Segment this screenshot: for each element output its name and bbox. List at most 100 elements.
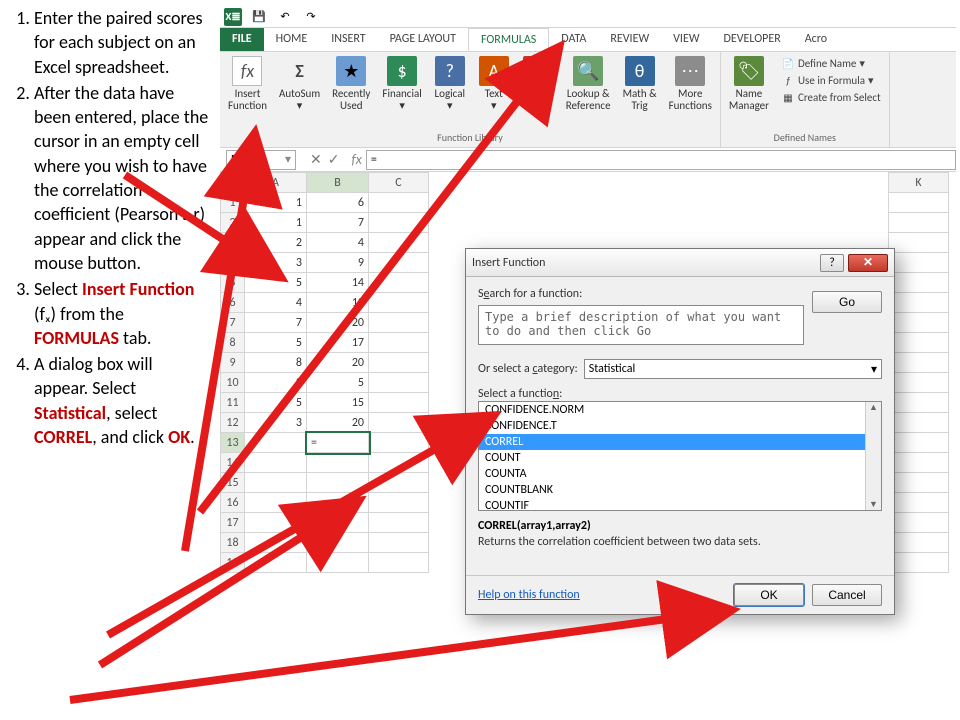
cell[interactable] — [369, 513, 429, 533]
scroll-down-icon[interactable]: ▼ — [869, 499, 878, 510]
cell[interactable] — [369, 233, 429, 253]
lookup-button[interactable]: 🔍Lookup & Reference — [562, 54, 615, 113]
insert-function-button[interactable]: fx Insert Function — [224, 54, 271, 113]
row-header[interactable]: 13 — [221, 433, 245, 453]
scroll-up-icon[interactable]: ▲ — [869, 402, 878, 413]
cell[interactable] — [369, 493, 429, 513]
cell[interactable] — [369, 253, 429, 273]
row-header[interactable]: 4 — [221, 253, 245, 273]
function-option[interactable]: COUNT — [479, 450, 881, 466]
go-button[interactable]: Go — [812, 291, 882, 313]
col-header-k[interactable]: K — [889, 173, 949, 193]
cell[interactable] — [369, 313, 429, 333]
cell[interactable] — [889, 433, 949, 453]
cell[interactable] — [369, 353, 429, 373]
cell[interactable] — [889, 553, 949, 573]
row-header[interactable]: 14 — [221, 453, 245, 473]
select-all-corner[interactable] — [221, 173, 245, 193]
listbox-scrollbar[interactable]: ▲▼ — [865, 402, 881, 510]
use-in-formula-button[interactable]: ƒUse in Formula ▾ — [779, 72, 883, 88]
cell[interactable]: 7 — [245, 313, 307, 333]
cell[interactable] — [307, 533, 369, 553]
cell[interactable] — [307, 453, 369, 473]
row-header[interactable]: 17 — [221, 513, 245, 533]
cell[interactable] — [245, 453, 307, 473]
cell[interactable] — [889, 333, 949, 353]
cell[interactable] — [369, 373, 429, 393]
cell[interactable]: 9 — [307, 253, 369, 273]
autosum-button[interactable]: ΣAutoSum▾ — [275, 54, 324, 113]
cell[interactable] — [369, 213, 429, 233]
cell[interactable]: 17 — [307, 333, 369, 353]
cell[interactable]: 4 — [245, 293, 307, 313]
cell[interactable] — [369, 393, 429, 413]
row-header[interactable]: 1 — [221, 193, 245, 213]
tab-acrobat[interactable]: Acro — [793, 28, 839, 51]
cell[interactable] — [307, 473, 369, 493]
tab-review[interactable]: REVIEW — [598, 28, 661, 51]
tab-page-layout[interactable]: PAGE LAYOUT — [378, 28, 468, 51]
row-header[interactable]: 12 — [221, 413, 245, 433]
cell[interactable] — [889, 453, 949, 473]
tab-formulas[interactable]: FORMULAS — [468, 28, 549, 51]
ok-button[interactable]: OK — [734, 584, 804, 606]
row-header[interactable]: 3 — [221, 233, 245, 253]
cell[interactable]: 8 — [245, 353, 307, 373]
define-name-button[interactable]: 📄Define Name ▾ — [779, 55, 883, 71]
date-time-button[interactable]: 🕒Date & Time — [518, 54, 558, 113]
row-header[interactable]: 6 — [221, 293, 245, 313]
cell[interactable] — [369, 453, 429, 473]
cell[interactable] — [245, 553, 307, 573]
formula-enter-icon[interactable]: ✓ — [328, 151, 340, 168]
cell[interactable] — [889, 233, 949, 253]
cell[interactable] — [889, 533, 949, 553]
tab-developer[interactable]: DEVELOPER — [712, 28, 793, 51]
row-header[interactable]: 16 — [221, 493, 245, 513]
search-function-input[interactable]: Type a brief description of what you wan… — [478, 305, 804, 345]
cell[interactable] — [889, 213, 949, 233]
cell[interactable] — [889, 373, 949, 393]
text-button[interactable]: AText▾ — [474, 54, 514, 113]
cell[interactable] — [369, 333, 429, 353]
tab-insert[interactable]: INSERT — [319, 28, 377, 51]
create-from-selection-button[interactable]: ▦Create from Select — [779, 89, 883, 105]
formula-input[interactable]: = — [366, 150, 956, 170]
category-select[interactable]: Statistical▾ — [584, 359, 882, 379]
cell[interactable] — [889, 313, 949, 333]
tab-data[interactable]: DATA — [549, 28, 598, 51]
col-header-c[interactable]: C — [369, 173, 429, 193]
cell[interactable] — [889, 493, 949, 513]
cell[interactable]: 15 — [307, 393, 369, 413]
financial-button[interactable]: $Financial▾ — [378, 54, 425, 113]
cell[interactable]: 5 — [245, 333, 307, 353]
cell[interactable] — [369, 193, 429, 213]
cell[interactable] — [369, 413, 429, 433]
cell[interactable]: 12 — [307, 293, 369, 313]
col-header-b[interactable]: B — [307, 173, 369, 193]
cell[interactable] — [369, 533, 429, 553]
col-header-a[interactable]: A — [245, 173, 307, 193]
cell[interactable] — [889, 393, 949, 413]
save-icon[interactable]: 💾 — [250, 8, 268, 26]
dialog-close-button[interactable]: ✕ — [848, 254, 888, 272]
tab-file[interactable]: FILE — [220, 28, 264, 51]
recently-used-button[interactable]: ★Recently Used — [328, 54, 374, 113]
row-header[interactable]: 7 — [221, 313, 245, 333]
function-option[interactable]: COUNTBLANK — [479, 482, 881, 498]
function-listbox[interactable]: CONFIDENCE.NORMCONFIDENCE.TCORRELCOUNTCO… — [478, 401, 882, 511]
cell[interactable] — [369, 473, 429, 493]
row-header[interactable]: 5 — [221, 273, 245, 293]
cell[interactable]: 20 — [307, 353, 369, 373]
cell[interactable] — [889, 293, 949, 313]
cell[interactable]: 7 — [307, 213, 369, 233]
cell[interactable]: 2 — [245, 233, 307, 253]
cell[interactable]: 6 — [307, 193, 369, 213]
tab-home[interactable]: HOME — [264, 28, 320, 51]
chevron-down-icon[interactable]: ▾ — [285, 152, 291, 167]
row-header[interactable]: 18 — [221, 533, 245, 553]
function-option[interactable]: COUNTIF — [479, 498, 881, 511]
cell[interactable] — [889, 513, 949, 533]
row-header[interactable]: 19 — [221, 553, 245, 573]
fx-label-icon[interactable]: fx — [351, 151, 361, 168]
cell[interactable]: 3 — [245, 413, 307, 433]
